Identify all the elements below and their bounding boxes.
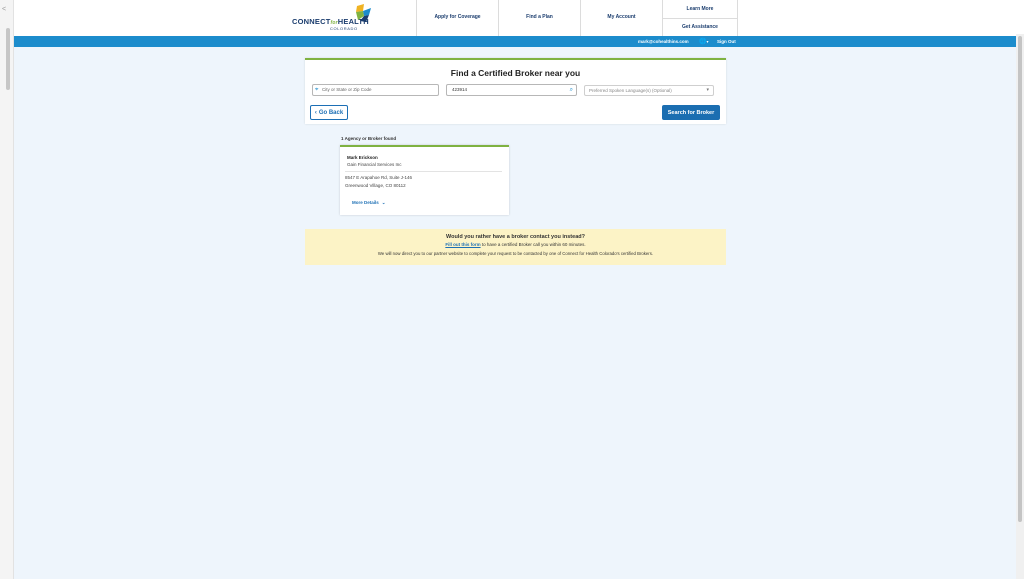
- sign-out-link[interactable]: Sign Out: [717, 39, 736, 44]
- connect-for-health-logo[interactable]: CONNECTforHEALTH COLORADO: [292, 4, 390, 32]
- broker-name: Mark Erickson: [347, 155, 378, 160]
- logo-region: COLORADO: [330, 26, 358, 31]
- nav-learn-more[interactable]: Learn More: [663, 0, 737, 18]
- page-title: Find a Certified Broker near you: [450, 68, 581, 78]
- scroll-left-arrow-icon[interactable]: <: [2, 6, 6, 13]
- nav-get-assistance[interactable]: Get Assistance: [663, 17, 737, 37]
- language-select[interactable]: Preferred Spoken Language(s) (Optional) …: [584, 85, 714, 96]
- nav-apply-for-coverage[interactable]: Apply for Coverage: [416, 0, 498, 36]
- broker-card: Mark Erickson Gain Financial Services In…: [340, 145, 509, 215]
- location-input[interactable]: ⌖ City or State or Zip Code: [312, 84, 439, 96]
- search-icon[interactable]: ⌕: [570, 85, 573, 95]
- card-divider: [345, 171, 502, 172]
- language-placeholder: Preferred Spoken Language(s) (Optional): [589, 88, 672, 93]
- map-pin-icon: ⌖: [315, 87, 319, 93]
- result-count: 1 Agency or Broker found: [341, 136, 397, 141]
- nav-stack: Learn More Get Assistance: [662, 0, 738, 36]
- logo-mark-icon: [356, 4, 371, 22]
- fill-out-form-link[interactable]: Fill out this form: [445, 242, 480, 247]
- broker-agency: Gain Financial Services Inc: [347, 162, 402, 167]
- broker-address-line2: Greenwood Village, CO 80112: [345, 183, 406, 188]
- main-nav: Apply for Coverage Find a Plan My Accoun…: [416, 0, 738, 36]
- location-placeholder: City or State or Zip Code: [322, 87, 372, 92]
- nav-find-a-plan[interactable]: Find a Plan: [498, 0, 580, 36]
- chevron-left-icon: ‹: [314, 109, 317, 116]
- chevron-down-icon: ▾: [706, 87, 709, 93]
- scrollbar-thumb[interactable]: [6, 28, 10, 90]
- go-back-button[interactable]: ‹ Go Back: [310, 105, 348, 120]
- nav-my-account[interactable]: My Account: [580, 0, 662, 36]
- broker-search-panel: Find a Certified Broker near you ⌖ City …: [305, 58, 726, 124]
- contact-question: Would you rather have a broker contact y…: [446, 234, 585, 240]
- site-header: CONNECTforHEALTH COLORADO Apply for Cove…: [14, 0, 1016, 36]
- contact-broker-banner: Would you rather have a broker contact y…: [305, 229, 726, 265]
- broker-address-line1: 8547 E Arapahoe Rd, Suite J-146: [345, 175, 413, 180]
- zip-input[interactable]: 423914 ⌕: [446, 84, 577, 96]
- scrollbar-thumb[interactable]: [1018, 36, 1022, 522]
- contact-line2: Fill out this form to have a certified B…: [445, 242, 586, 247]
- user-bar: mark@cohealthins.com 🌐▾ Sign Out: [14, 36, 1016, 47]
- left-scrollbar[interactable]: <: [0, 0, 14, 579]
- main-content: Find a Certified Broker near you ⌖ City …: [14, 47, 1016, 579]
- search-for-broker-button[interactable]: Search for Broker: [662, 105, 720, 120]
- contact-line3: We will now direct you to our partner we…: [377, 251, 654, 256]
- user-email[interactable]: mark@cohealthins.com: [638, 39, 689, 44]
- chevron-down-icon: ⌄: [381, 200, 386, 205]
- zip-value: 423914: [452, 87, 468, 92]
- more-details-link[interactable]: More Details ⌄: [352, 200, 386, 206]
- globe-icon[interactable]: 🌐▾: [699, 38, 709, 45]
- right-scrollbar[interactable]: [1016, 34, 1024, 579]
